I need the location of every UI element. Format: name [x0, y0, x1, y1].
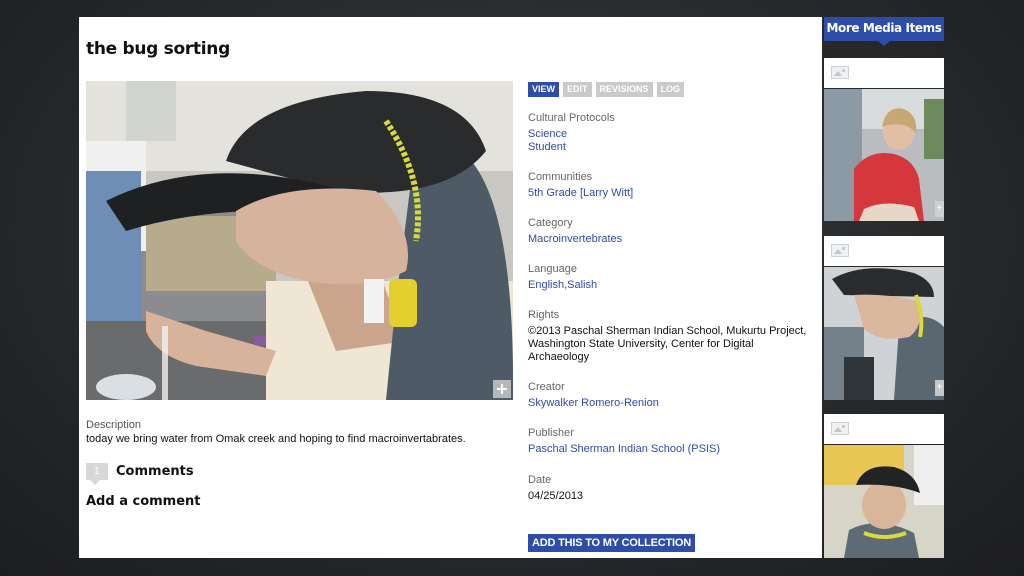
publisher-label: Publisher: [528, 427, 574, 439]
comments-label: Comments: [116, 464, 194, 479]
description-text: today we bring water from Omak creek and…: [86, 433, 466, 445]
thumbnail-illustration: [824, 267, 944, 400]
more-media-header: More Media Items: [824, 17, 944, 46]
cultural-protocol-link[interactable]: Student: [528, 141, 615, 154]
content-page: the bug sorting + Description today we b…: [79, 17, 822, 558]
date-field: Date 04/25/2013: [528, 474, 583, 503]
cultural-protocols-field: Cultural Protocols Science Student: [528, 112, 615, 154]
page-title: the bug sorting: [86, 39, 230, 59]
description-label: Description: [86, 419, 142, 431]
add-comment-heading: Add a comment: [86, 494, 201, 509]
thumbnail-plus-icon[interactable]: +: [935, 380, 944, 396]
community-link[interactable]: 5th Grade [Larry Witt]: [528, 187, 633, 200]
category-link[interactable]: Macroinvertebrates: [528, 233, 622, 246]
category-label: Category: [528, 217, 573, 229]
thumbnail-plus-icon[interactable]: +: [935, 201, 944, 217]
media-item-thumbnail[interactable]: +: [824, 89, 944, 221]
image-icon: [831, 66, 849, 79]
add-to-collection-button[interactable]: ADD THIS TO MY COLLECTION: [528, 534, 695, 552]
rights-text-line: Archaeology: [528, 351, 590, 363]
date-value: 04/25/2013: [528, 490, 584, 502]
comment-count-badge: 1: [86, 463, 108, 485]
language-field: Language English,Salish: [528, 263, 597, 292]
creator-link[interactable]: Skywalker Romero-Renion: [528, 397, 659, 410]
language-label: Language: [528, 263, 577, 275]
tab-revisions[interactable]: REVISIONS: [595, 82, 653, 97]
comments-header: 1 Comments: [86, 463, 194, 485]
rights-label: Rights: [528, 309, 560, 321]
tab-view[interactable]: VIEW: [528, 82, 560, 97]
media-item-icon-bar: [824, 414, 944, 444]
rights-text-line: ©2013 Paschal Sherman Indian School, Muk…: [528, 325, 807, 337]
main-photo-illustration: [86, 81, 513, 400]
creator-field: Creator Skywalker Romero-Renion: [528, 381, 659, 410]
publisher-field: Publisher Paschal Sherman Indian School …: [528, 427, 720, 456]
publisher-link[interactable]: Paschal Sherman Indian School (PSIS): [528, 443, 720, 456]
rights-field: Rights ©2013 Paschal Sherman Indian Scho…: [528, 309, 806, 364]
media-item-icon-bar: [824, 58, 944, 88]
thumbnail-illustration: [824, 89, 944, 221]
expand-plus-icon[interactable]: +: [493, 380, 511, 398]
communities-field: Communities 5th Grade [Larry Witt]: [528, 171, 633, 200]
image-icon: [831, 244, 849, 257]
cultural-protocols-label: Cultural Protocols: [528, 112, 615, 124]
date-label: Date: [528, 474, 552, 486]
communities-label: Communities: [528, 171, 593, 183]
rights-text-line: Washington State University, Center for …: [528, 338, 754, 350]
media-item-thumbnail[interactable]: +: [824, 267, 944, 400]
creator-label: Creator: [528, 381, 565, 393]
media-item-thumbnail[interactable]: [824, 445, 944, 558]
image-icon: [831, 422, 849, 435]
thumbnail-illustration: [824, 445, 944, 558]
media-item-icon-bar: [824, 236, 944, 266]
content-tabs: VIEW EDIT REVISIONS LOG: [528, 82, 685, 97]
tab-log[interactable]: LOG: [656, 82, 685, 97]
tab-edit[interactable]: EDIT: [563, 82, 592, 97]
cultural-protocol-link[interactable]: Science: [528, 128, 615, 141]
language-link[interactable]: English,Salish: [528, 279, 597, 292]
category-field: Category Macroinvertebrates: [528, 217, 622, 246]
main-photo[interactable]: +: [86, 81, 513, 400]
